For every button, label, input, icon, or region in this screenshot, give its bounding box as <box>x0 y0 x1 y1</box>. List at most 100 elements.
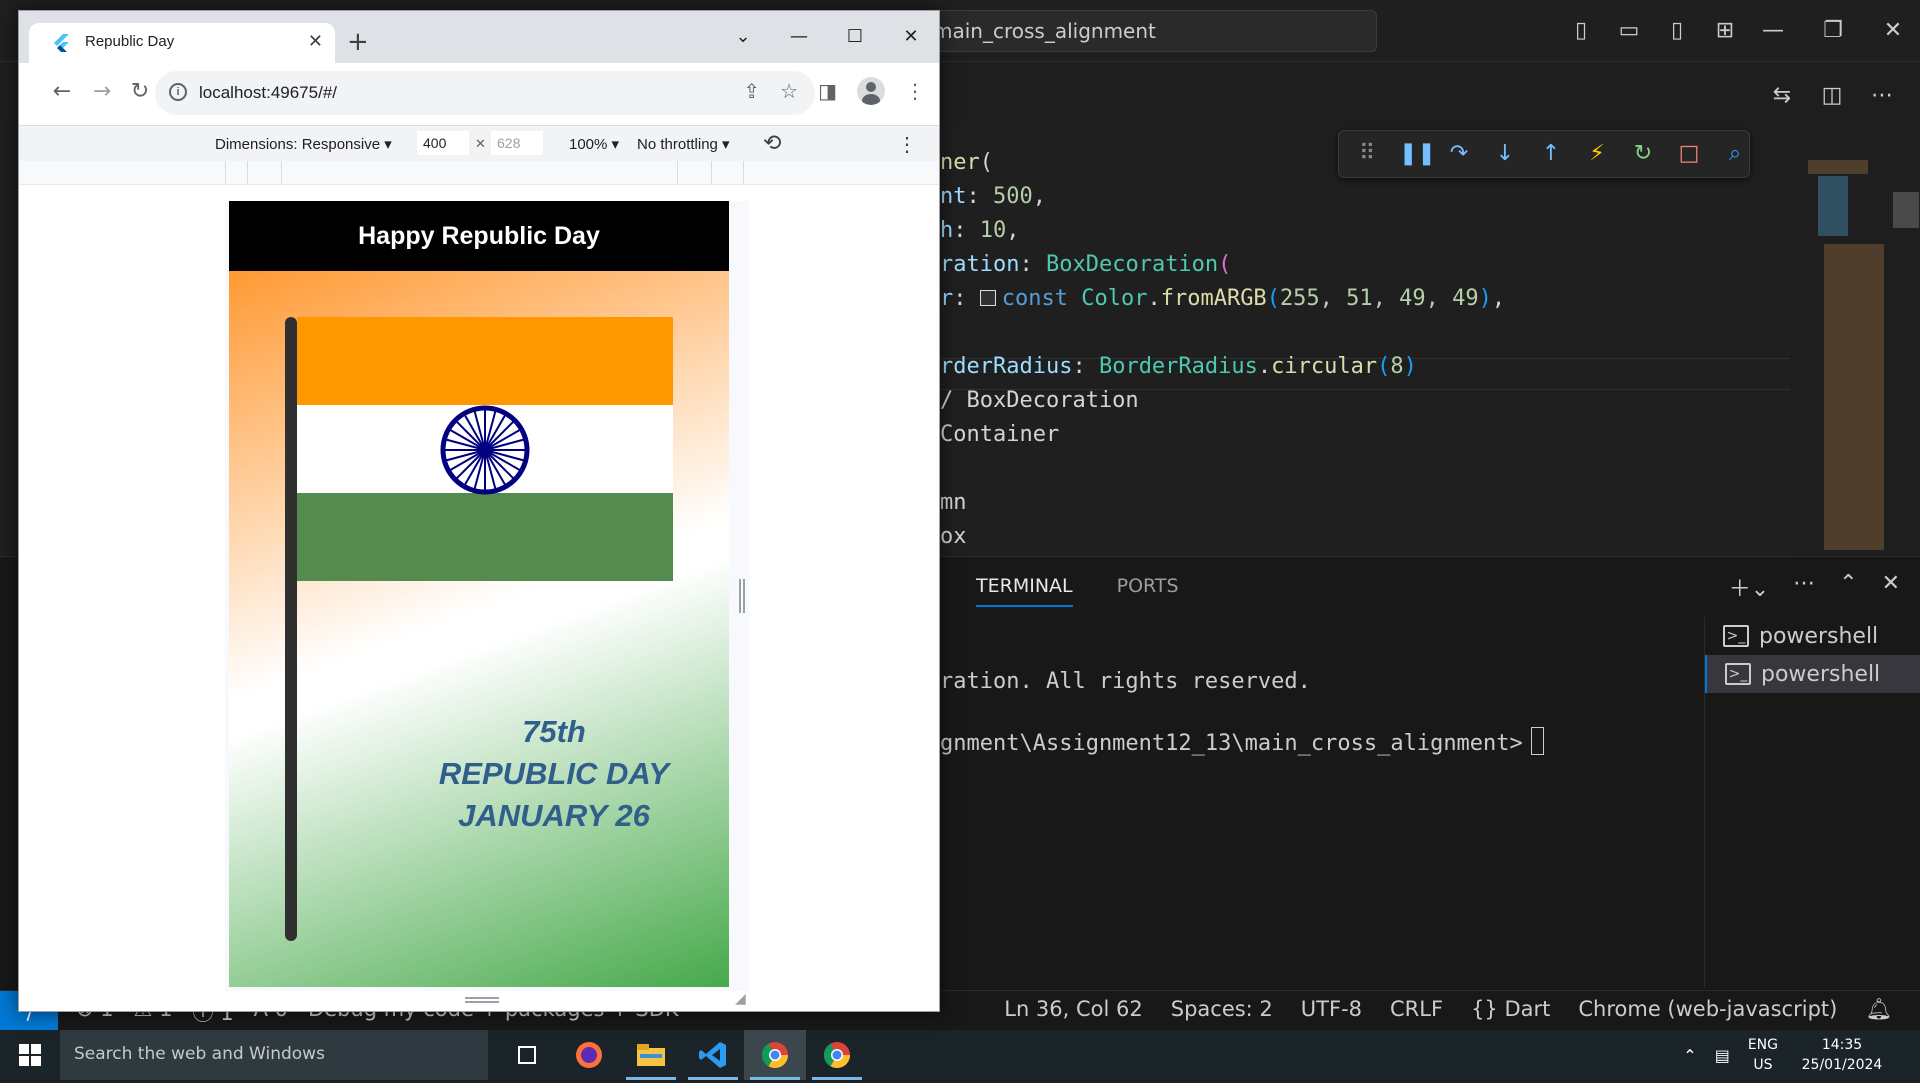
network-icon[interactable]: ▤ <box>1715 1046 1730 1065</box>
tab-search-icon[interactable]: ⌄ <box>715 19 771 55</box>
customize-layout-icon[interactable]: ⊞ <box>1708 14 1742 48</box>
new-tab-icon[interactable]: + <box>347 29 369 55</box>
close-panel-icon[interactable]: ✕ <box>1882 571 1900 603</box>
flutter-app: Happy Republic Day 75th REPUBLIC DAY JAN… <box>229 201 729 987</box>
terminal-list: >_ powershell >_ powershell <box>1704 617 1920 987</box>
slogan-line: 75th <box>522 714 586 749</box>
more-actions-icon[interactable]: ⋯ <box>1793 571 1815 603</box>
file-explorer-icon[interactable] <box>620 1030 682 1080</box>
tab-close-icon[interactable]: ✕ <box>308 31 323 52</box>
device-more-icon[interactable]: ⋮ <box>897 132 917 157</box>
slogan-line: JANUARY 26 <box>458 798 650 833</box>
toggle-panel-icon[interactable]: ▭ <box>1612 14 1646 48</box>
firefox-icon[interactable] <box>558 1030 620 1080</box>
slogan-text: 75th REPUBLIC DAY JANUARY 26 <box>429 711 679 837</box>
restart-icon[interactable]: ↻ <box>1629 140 1657 168</box>
chrome-window: Republic Day ✕ + ⌄ — ☐ ✕ ← → ↻ i localho… <box>18 10 940 1012</box>
notifications-icon[interactable]: 🔔︎ <box>1865 997 1892 1022</box>
chrome-window-controls: ⌄ — ☐ ✕ <box>715 19 939 55</box>
profile-avatar-icon[interactable] <box>857 77 885 105</box>
indentation[interactable]: Spaces: 2 <box>1171 997 1273 1022</box>
new-terminal-icon[interactable]: ＋⌄ <box>1729 571 1769 603</box>
step-out-icon[interactable]: ↑ <box>1537 140 1565 168</box>
code-line: ration: BoxDecoration( <box>940 252 1232 277</box>
inspect-widget-icon[interactable]: ⌕ <box>1721 140 1749 168</box>
reload-icon[interactable]: ↻ <box>125 79 155 104</box>
cursor-position[interactable]: Ln 36, Col 62 <box>1004 997 1143 1022</box>
forward-icon[interactable]: → <box>87 79 117 104</box>
zoom-dropdown[interactable]: 100% ▾ <box>569 135 619 153</box>
code-line: nt: 500, <box>940 184 1046 209</box>
taskbar-search[interactable]: Search the web and Windows <box>60 1030 488 1080</box>
resize-handle-right[interactable] <box>739 579 745 613</box>
resize-handle-corner[interactable]: ◢ <box>735 991 751 1007</box>
taskbar-apps <box>496 1030 868 1080</box>
close-icon[interactable]: ✕ <box>1876 14 1910 48</box>
toggle-secondary-sidebar-icon[interactable]: ▯ <box>1660 14 1694 48</box>
site-info-icon[interactable]: i <box>169 83 187 101</box>
stop-icon[interactable]: □ <box>1675 140 1703 168</box>
vscode-icon[interactable] <box>682 1030 744 1080</box>
minimize-icon[interactable]: — <box>771 19 827 55</box>
terminal-icon: >_ <box>1723 625 1749 647</box>
terminal-item[interactable]: >_ powershell <box>1705 655 1920 693</box>
toggle-primary-sidebar-icon[interactable]: ▯ <box>1564 14 1598 48</box>
compare-icon[interactable]: ⇆ <box>1764 78 1800 114</box>
tab-ports[interactable]: PORTS <box>1117 575 1179 607</box>
encoding[interactable]: UTF-8 <box>1301 997 1362 1022</box>
hot-reload-icon[interactable]: ⚡ <box>1583 140 1611 168</box>
close-icon[interactable]: ✕ <box>883 19 939 55</box>
maximize-panel-icon[interactable]: ⌃ <box>1839 571 1857 603</box>
windows-start-icon[interactable] <box>0 1030 60 1080</box>
back-icon[interactable]: ← <box>47 79 77 104</box>
bookmark-star-icon[interactable]: ☆ <box>780 79 798 103</box>
clock[interactable]: 14:35 25/01/2024 <box>1796 1035 1888 1075</box>
times-sign: ✕ <box>475 136 486 151</box>
task-view-icon[interactable] <box>496 1030 558 1080</box>
terminal-item[interactable]: >_ powershell <box>1705 617 1920 655</box>
width-input[interactable]: 400 <box>417 131 469 155</box>
tab-terminal[interactable]: TERMINAL <box>976 575 1073 607</box>
toolbar-actions: ⇪ ☆ ◨ ⋮ <box>583 77 925 105</box>
step-into-icon[interactable]: ↓ <box>1491 140 1519 168</box>
flag-white-band <box>297 405 673 495</box>
chrome-icon[interactable] <box>806 1030 868 1080</box>
device-toolbar: Dimensions: Responsive ▾ 400 ✕ 628 100% … <box>19 125 939 161</box>
browser-tab[interactable]: Republic Day ✕ <box>29 23 335 63</box>
dimensions-dropdown[interactable]: Dimensions: Responsive ▾ <box>215 135 392 153</box>
maximize-icon[interactable]: ☐ <box>827 19 883 55</box>
indian-flag <box>297 317 673 581</box>
language-indicator[interactable]: ENG US <box>1748 1035 1778 1075</box>
terminal-output[interactable]: ration. All rights reserved. gnment\Assi… <box>940 667 1544 759</box>
chrome-menu-icon[interactable]: ⋮ <box>905 79 925 103</box>
flag-green-band <box>297 493 673 581</box>
resize-handle-bottom[interactable] <box>465 997 499 1003</box>
drag-handle-icon[interactable]: ⠿ <box>1353 140 1381 168</box>
minimap[interactable] <box>1808 160 1888 550</box>
editor-actions: ⇆ ◫ ⋯ <box>1764 78 1900 114</box>
vscode-window-controls: — ❐ ✕ <box>1756 14 1910 48</box>
split-editor-icon[interactable]: ◫ <box>1814 78 1850 114</box>
side-panel-icon[interactable]: ◨ <box>818 79 837 103</box>
command-center-search[interactable]: main_cross_alignment <box>900 10 1377 52</box>
color-swatch-icon[interactable] <box>979 290 996 306</box>
layout-controls: ▯ ▭ ▯ ⊞ <box>1564 14 1742 48</box>
device-selector[interactable]: Chrome (web-javascript) <box>1578 997 1837 1022</box>
terminal-cursor <box>1530 727 1544 755</box>
language-mode[interactable]: {} Dart <box>1471 997 1550 1022</box>
line-ending[interactable]: CRLF <box>1390 997 1443 1022</box>
pause-icon[interactable]: ❚❚ <box>1399 140 1436 168</box>
editor-scrollbar[interactable] <box>1893 192 1919 228</box>
flag-pole <box>285 317 297 941</box>
throttling-dropdown[interactable]: No throttling ▾ <box>637 135 730 153</box>
more-actions-icon[interactable]: ⋯ <box>1864 78 1900 114</box>
chrome-icon[interactable] <box>744 1030 806 1080</box>
height-input[interactable]: 628 <box>491 131 543 155</box>
code-editor[interactable]: ner(nt: 500, h: 10, ration: BoxDecoration(… <box>940 146 1505 554</box>
minimize-icon[interactable]: — <box>1756 14 1790 48</box>
step-over-icon[interactable]: ↷ <box>1445 140 1473 168</box>
rotate-icon[interactable]: ⟲ <box>763 130 781 156</box>
share-icon[interactable]: ⇪ <box>743 79 760 103</box>
chevron-up-icon[interactable]: ⌃ <box>1683 1046 1696 1065</box>
restore-icon[interactable]: ❐ <box>1816 14 1850 48</box>
